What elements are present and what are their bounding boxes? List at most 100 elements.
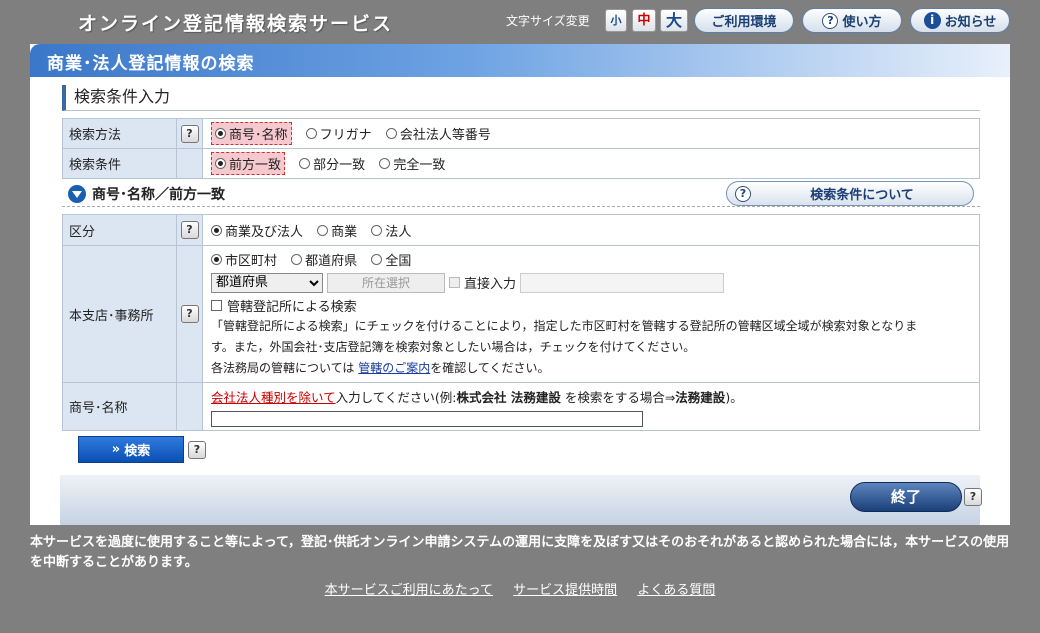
jurisdiction-checkbox-label: 管轄登記所による検索: [227, 299, 357, 315]
jurisdiction-guide-link[interactable]: 管轄のご案内: [358, 361, 430, 375]
double-chevron-right-icon: »: [111, 442, 121, 457]
search-method-help-icon[interactable]: ?: [180, 124, 199, 143]
radio-dot: [371, 224, 383, 236]
search-form-table: 区分 ? 商業及び法人 商業 法人 本支店･事務所 ? 市区町村 都道府県 全国…: [62, 214, 980, 431]
footer-link-service-hours[interactable]: サービス提供時間: [513, 583, 617, 598]
panel-title: 商業･法人登記情報の検索: [47, 54, 255, 74]
how-to-use-button[interactable]: ? 使い方: [802, 8, 902, 33]
office-note-line3: 各法務局の管轄については 管轄のご案内を確認してください。: [211, 358, 979, 379]
exclude-corporate-type-link[interactable]: 会社法人種別を除いて: [211, 390, 336, 405]
radio-dot: [291, 253, 303, 265]
notice-label: お知らせ: [944, 15, 997, 30]
radio-label: 前方一致: [229, 158, 282, 173]
radio-dot: [379, 158, 391, 169]
radio-method-corporate-number[interactable]: 会社法人等番号: [385, 124, 491, 143]
panel-header: 商業･法人登記情報の検索: [30, 44, 1010, 77]
chevron-down-icon: [68, 185, 86, 203]
footer-links: 本サービスご利用にあたって サービス提供時間 よくある質問: [0, 579, 1040, 598]
info-icon: i: [923, 12, 941, 29]
radio-label: 全国: [385, 253, 412, 269]
radio-label: 会社法人等番号: [399, 128, 491, 143]
radio-label: 商業及び法人: [225, 224, 304, 240]
office-options: 市区町村 都道府県 全国 都道府県 所在選択 直接入力 管轄登記所による検索 「…: [202, 245, 980, 383]
font-size-large-button[interactable]: 大: [660, 9, 688, 32]
font-size-label: 文字サイズ変更: [506, 14, 590, 28]
kubun-help-icon[interactable]: ?: [180, 221, 199, 239]
name-hint-result: 法務建設: [675, 389, 726, 405]
radio-kubun-corporation[interactable]: 法人: [371, 221, 411, 240]
name-hint-text: を検索をする場合⇒: [560, 389, 676, 405]
radio-label: 部分一致: [313, 158, 366, 173]
search-method-options: 商号･名称 フリガナ 会社法人等番号: [202, 118, 980, 149]
radio-cond-exact[interactable]: 完全一致: [379, 154, 445, 173]
name-hint-text: )。: [725, 389, 743, 405]
search-method-table: 検索方法 ? 商号･名称 フリガナ 会社法人等番号 検索条件 前方一致 部分一致…: [62, 118, 980, 179]
name-field-cell: 会社法人種別を除いて入力してください(例:株式会社 法務建設 を検索をする場合⇒…: [202, 382, 980, 431]
notice-button[interactable]: i お知らせ: [910, 8, 1010, 33]
search-condition-label: 検索条件: [62, 148, 177, 179]
radio-dot: [305, 128, 317, 139]
radio-cond-partial[interactable]: 部分一致: [299, 154, 365, 173]
radio-scope-prefecture[interactable]: 都道府県: [291, 250, 357, 269]
radio-scope-nationwide[interactable]: 全国: [371, 250, 411, 269]
footer-link-faq[interactable]: よくある質問: [637, 583, 715, 598]
radio-label: 都道府県: [305, 253, 358, 269]
radio-method-furigana[interactable]: フリガナ: [305, 124, 372, 143]
top-bar: オンライン登記情報検索サービス 文字サイズ変更 小 中 大 ご利用環境 ? 使い…: [0, 0, 1040, 44]
office-note-suffix: を確認してください。: [430, 360, 550, 375]
radio-label: 市区町村: [225, 253, 278, 269]
search-help-icon[interactable]: ?: [188, 441, 206, 459]
font-size-medium-button[interactable]: 中: [632, 9, 656, 32]
radio-dot: [211, 253, 222, 265]
usage-environment-label: ご利用環境: [711, 15, 777, 30]
radio-scope-municipality[interactable]: 市区町村: [211, 250, 277, 269]
radio-kubun-commercial[interactable]: 商業: [317, 221, 357, 240]
service-usage-notice: 本サービスを過度に使用すること等によって，登記･供託オンライン申請システムの運用…: [30, 535, 1010, 570]
radio-label: 商業: [331, 224, 358, 240]
about-conditions-button[interactable]: ? 検索条件について: [726, 181, 974, 206]
question-icon: ?: [822, 12, 839, 29]
radio-dot: [211, 224, 222, 236]
office-help-icon[interactable]: ?: [180, 305, 199, 323]
location-select-button[interactable]: 所在選択: [327, 272, 445, 293]
usage-environment-button[interactable]: ご利用環境: [694, 8, 794, 33]
condition-title: 商号･名称／前方一致: [68, 184, 225, 204]
how-to-use-label: 使い方: [842, 15, 882, 30]
radio-kubun-both[interactable]: 商業及び法人: [211, 221, 303, 240]
office-note-prefix: 各法務局の管轄については: [211, 360, 355, 375]
end-button[interactable]: 終了: [850, 482, 962, 512]
radio-method-name[interactable]: 商号･名称: [211, 122, 292, 145]
site-title: オンライン登記情報検索サービス: [78, 13, 394, 35]
footer-link-terms[interactable]: 本サービスご利用にあたって: [325, 583, 493, 598]
question-icon: ?: [735, 185, 751, 202]
direct-input-checkbox[interactable]: [449, 277, 460, 288]
office-note-line1: 「管轄登記所による検索」にチェックを付けることにより，指定した市区町村を管轄する…: [211, 318, 918, 333]
radio-dot: [371, 253, 383, 265]
section-title: 検索条件入力: [62, 85, 980, 111]
condition-title-text: 商号･名称／前方一致: [92, 187, 225, 203]
kubun-options: 商業及び法人 商業 法人: [202, 214, 980, 246]
jurisdiction-checkbox[interactable]: [211, 299, 222, 311]
search-method-label: 検索方法: [62, 118, 177, 149]
radio-dot: [385, 128, 397, 139]
search-condition-options: 前方一致 部分一致 完全一致: [202, 148, 980, 179]
company-name-input[interactable]: [211, 410, 643, 427]
direct-input-field[interactable]: [520, 272, 725, 293]
radio-cond-prefix[interactable]: 前方一致: [211, 152, 286, 175]
condition-bar: 商号･名称／前方一致 ? 検索条件について: [62, 179, 980, 207]
radio-dot: [215, 158, 226, 169]
font-size-small-button[interactable]: 小: [605, 9, 627, 32]
about-conditions-label: 検索条件について: [810, 188, 914, 203]
kubun-label: 区分: [62, 214, 177, 246]
office-note-line2: す。また，外国会社･支店登記簿を検索対象としたい場合は，チェックを付けてください…: [211, 339, 696, 354]
prefecture-select[interactable]: 都道府県: [211, 272, 323, 293]
end-help-icon[interactable]: ?: [964, 488, 982, 506]
search-button[interactable]: » 検索: [78, 436, 184, 463]
direct-input-label: 直接入力: [464, 277, 517, 292]
radio-label: フリガナ: [319, 128, 372, 143]
name-hint-text: 入力してください(例:: [335, 389, 457, 405]
panel-footer-band: [60, 475, 980, 525]
office-label: 本支店･事務所: [62, 245, 177, 383]
main-panel: 商業･法人登記情報の検索 検索条件入力 検索方法 ? 商号･名称 フリガナ 会社…: [30, 44, 1010, 525]
radio-dot: [215, 128, 226, 139]
